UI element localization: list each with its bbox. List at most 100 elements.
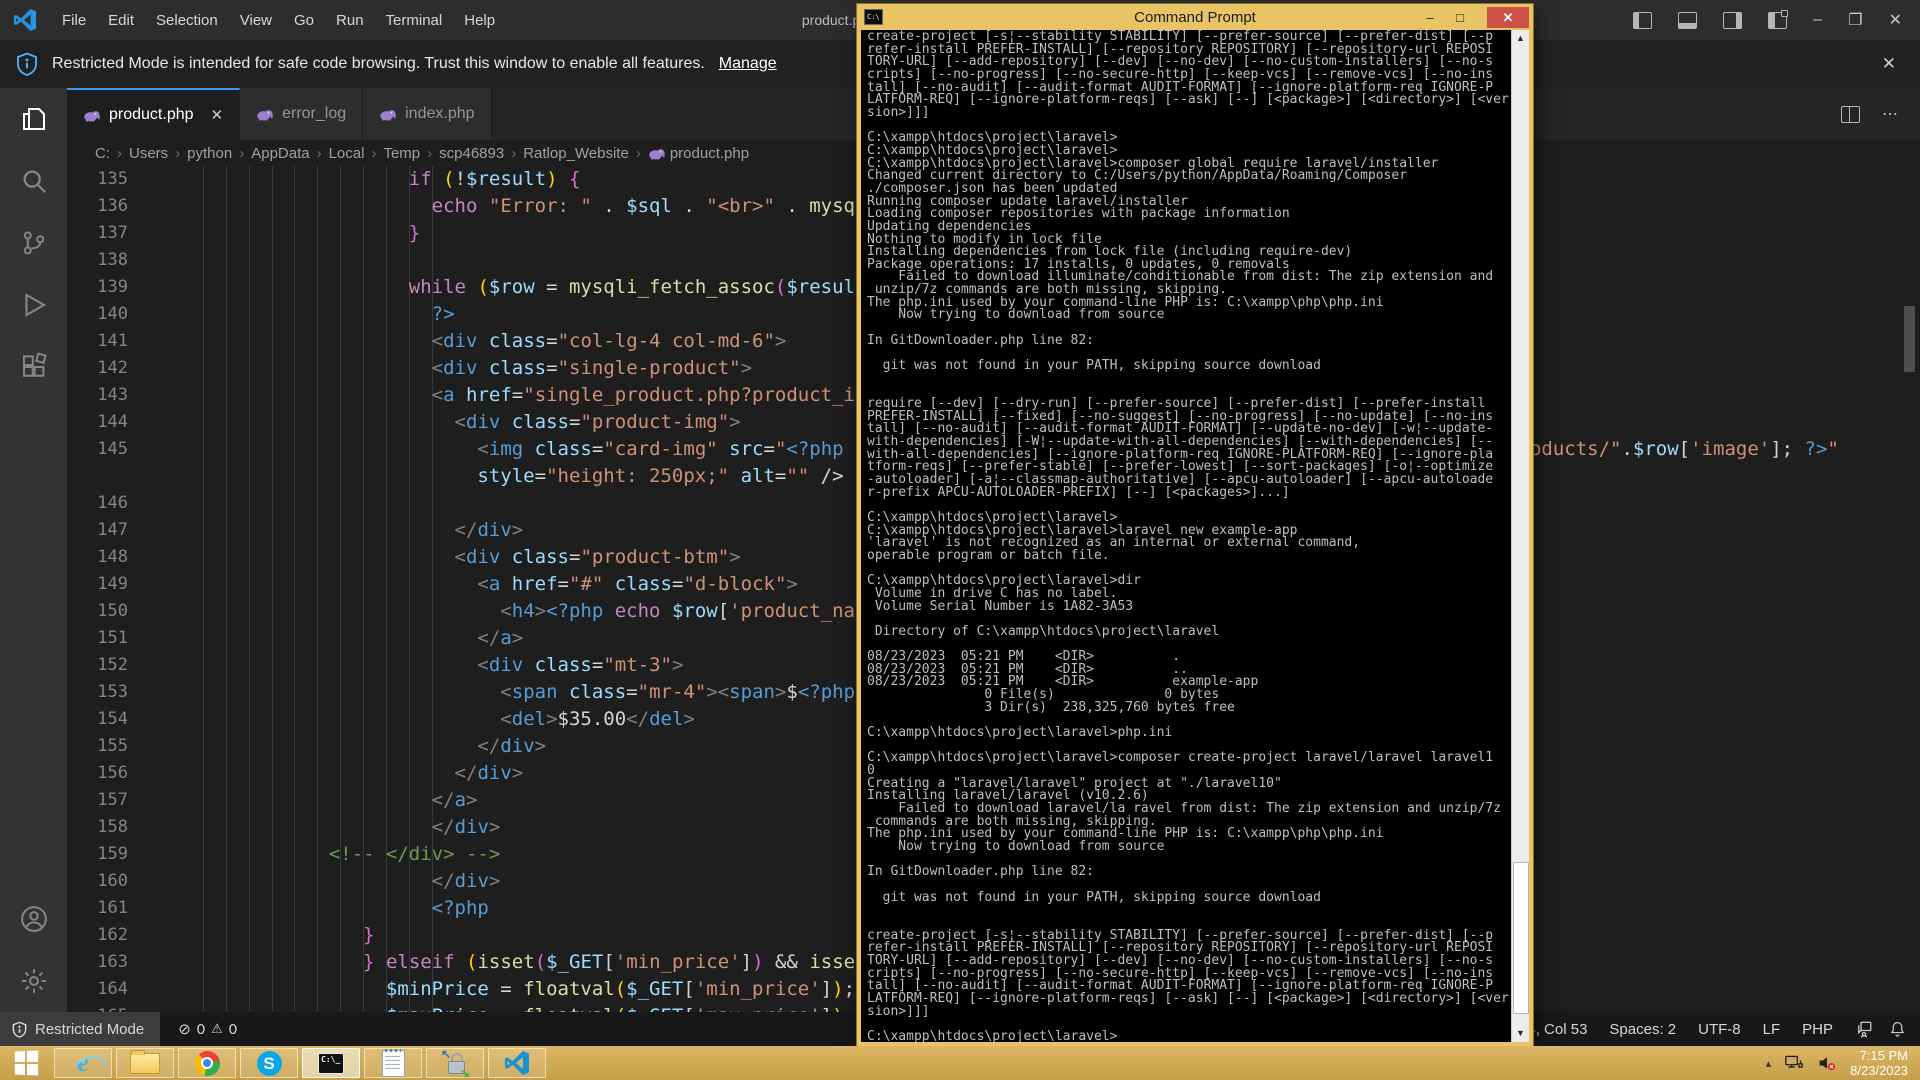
command-prompt-window: C:\ Command Prompt – □ ✕ create-project … [857,4,1533,1046]
split-editor-icon[interactable] [1841,106,1860,123]
toggle-sidebar-icon[interactable] [1633,12,1652,29]
banner-text: Restricted Mode is intended for safe cod… [52,55,705,73]
vscode-icon [504,1050,530,1076]
scroll-up-icon[interactable]: ▲ [1512,30,1529,47]
volume-muted-icon[interactable] [1817,1054,1837,1072]
sidebar-item-run-debug[interactable] [0,274,67,336]
breadcrumb-item[interactable]: Users [129,145,168,162]
scrollbar-thumb[interactable] [1513,862,1529,1014]
menu-run[interactable]: Run [327,8,373,33]
breadcrumb-item[interactable]: Temp [383,145,420,162]
menu-go[interactable]: Go [285,8,323,33]
window-restore-icon[interactable]: ❐ [1848,10,1862,30]
breadcrumb-item[interactable]: scp46893 [439,145,504,162]
notepad-icon [382,1050,405,1077]
more-actions-icon[interactable]: ⋯ [1882,104,1898,124]
notifications-bell-icon[interactable] [1889,1020,1906,1038]
php-file-icon [256,108,273,121]
start-button[interactable] [0,1046,52,1080]
tab-label: index.php [405,105,474,123]
tab-index.php[interactable]: index.php [363,88,491,140]
cmd-window-title: Command Prompt [857,9,1533,26]
clock-date: 8/23/2023 [1850,1063,1908,1078]
warning-icon: ⚠ [211,1021,223,1037]
banner-close-icon[interactable]: ✕ [1882,54,1896,74]
tab-label: product.php [109,106,194,124]
skype-button[interactable]: S [240,1048,298,1078]
toggle-panel-icon[interactable] [1678,12,1697,29]
menu-file[interactable]: File [53,8,95,33]
internet-explorer-button[interactable]: e [54,1048,112,1078]
file-explorer-button[interactable] [116,1048,174,1078]
breadcrumb-item[interactable]: AppData [251,145,309,162]
terminal[interactable]: create-project [-s¦--stability STABILITY… [861,30,1529,1042]
internet-explorer-icon: e [77,1050,89,1076]
sidebar-item-explorer[interactable] [0,88,67,150]
chevron-right-icon: › [239,145,244,162]
clock-time: 7:15 PM [1850,1048,1908,1063]
status-lf[interactable]: LF [1763,1021,1781,1038]
php-file-icon [648,147,665,160]
command-prompt-icon: C:\_ [318,1053,344,1074]
tab-label: error_log [282,105,346,123]
chevron-right-icon: › [175,145,180,162]
sidebar-item-search[interactable] [0,150,67,212]
chevron-right-icon: › [511,145,516,162]
toggle-secondary-sidebar-icon[interactable] [1723,12,1742,29]
account-icon[interactable] [0,888,67,950]
menu-edit[interactable]: Edit [99,8,143,33]
menu-view[interactable]: View [231,8,281,33]
chrome-icon [195,1051,220,1076]
feedback-person-icon[interactable] [1855,1020,1873,1038]
tab-product.php[interactable]: product.php ✕ [67,88,240,140]
status-spaces-2[interactable]: Spaces: 2 [1609,1021,1676,1038]
taskbar-clock[interactable]: 7:15 PM 8/23/2023 [1850,1048,1908,1078]
status-utf-8[interactable]: UTF-8 [1698,1021,1741,1038]
customize-layout-icon[interactable] [1768,12,1787,29]
status-php[interactable]: PHP [1802,1021,1833,1038]
notepad-button[interactable] [364,1048,422,1078]
chevron-right-icon: › [317,145,322,162]
menu-selection[interactable]: Selection [147,8,227,33]
network-icon[interactable] [1784,1054,1804,1072]
shield-icon [16,52,38,76]
terminal-output: create-project [-s¦--stability STABILITY… [861,30,1529,1042]
manage-link[interactable]: Manage [719,55,777,73]
breadcrumb-item[interactable]: Ratlop_Website [523,145,629,162]
breadcrumb-item[interactable]: python [187,145,232,162]
vscode-button[interactable] [488,1048,546,1078]
problems-status[interactable]: ⊘ 0 ⚠ 0 [178,1020,237,1038]
menu-help[interactable]: Help [455,8,504,33]
error-icon: ⊘ [178,1020,191,1038]
tightvnc-icon: ↖↘ [443,1051,467,1075]
sidebar-item-extensions[interactable] [0,336,67,398]
breadcrumb-item[interactable]: Local [329,145,365,162]
breadcrumb-item[interactable]: C: [95,145,110,162]
tightvnc-button[interactable]: ↖↘ [426,1048,484,1078]
tab-close-icon[interactable]: ✕ [211,106,224,124]
window-close-icon[interactable]: ✕ [1889,10,1902,30]
breadcrumb-item[interactable]: product.php [648,145,749,162]
shield-icon [12,1021,27,1038]
tab-error_log[interactable]: error_log [240,88,363,140]
menu-terminal[interactable]: Terminal [377,8,452,33]
chevron-right-icon: › [117,145,122,162]
hidden-icons-chevron[interactable]: ▴ [1766,1057,1772,1070]
scroll-down-icon[interactable]: ▼ [1512,1025,1529,1042]
activity-bar [0,88,67,1012]
sidebar-item-source-control[interactable] [0,212,67,274]
command-prompt-titlebar[interactable]: C:\ Command Prompt – □ ✕ [857,4,1533,30]
editor-scrollbar[interactable] [1904,306,1915,372]
settings-gear-icon[interactable] [0,950,67,1012]
menu-bar: FileEditSelectionViewGoRunTerminalHelp [53,8,504,33]
command-prompt-button[interactable]: C:\_ [302,1048,360,1078]
restricted-mode-status[interactable]: Restricted Mode [0,1012,160,1046]
terminal-scrollbar[interactable]: ▲ ▼ [1511,30,1529,1042]
chrome-button[interactable] [178,1048,236,1078]
windows-logo-icon [15,1050,38,1075]
php-file-icon [379,108,396,121]
taskbar: e S C:\_ ↖↘ ▴ 7:15 PM 8/23/2023 [0,1046,1920,1080]
chevron-right-icon: › [427,145,432,162]
desktop: FileEditSelectionViewGoRunTerminalHelp p… [0,0,1920,1080]
window-minimize-icon[interactable]: – [1813,11,1822,29]
